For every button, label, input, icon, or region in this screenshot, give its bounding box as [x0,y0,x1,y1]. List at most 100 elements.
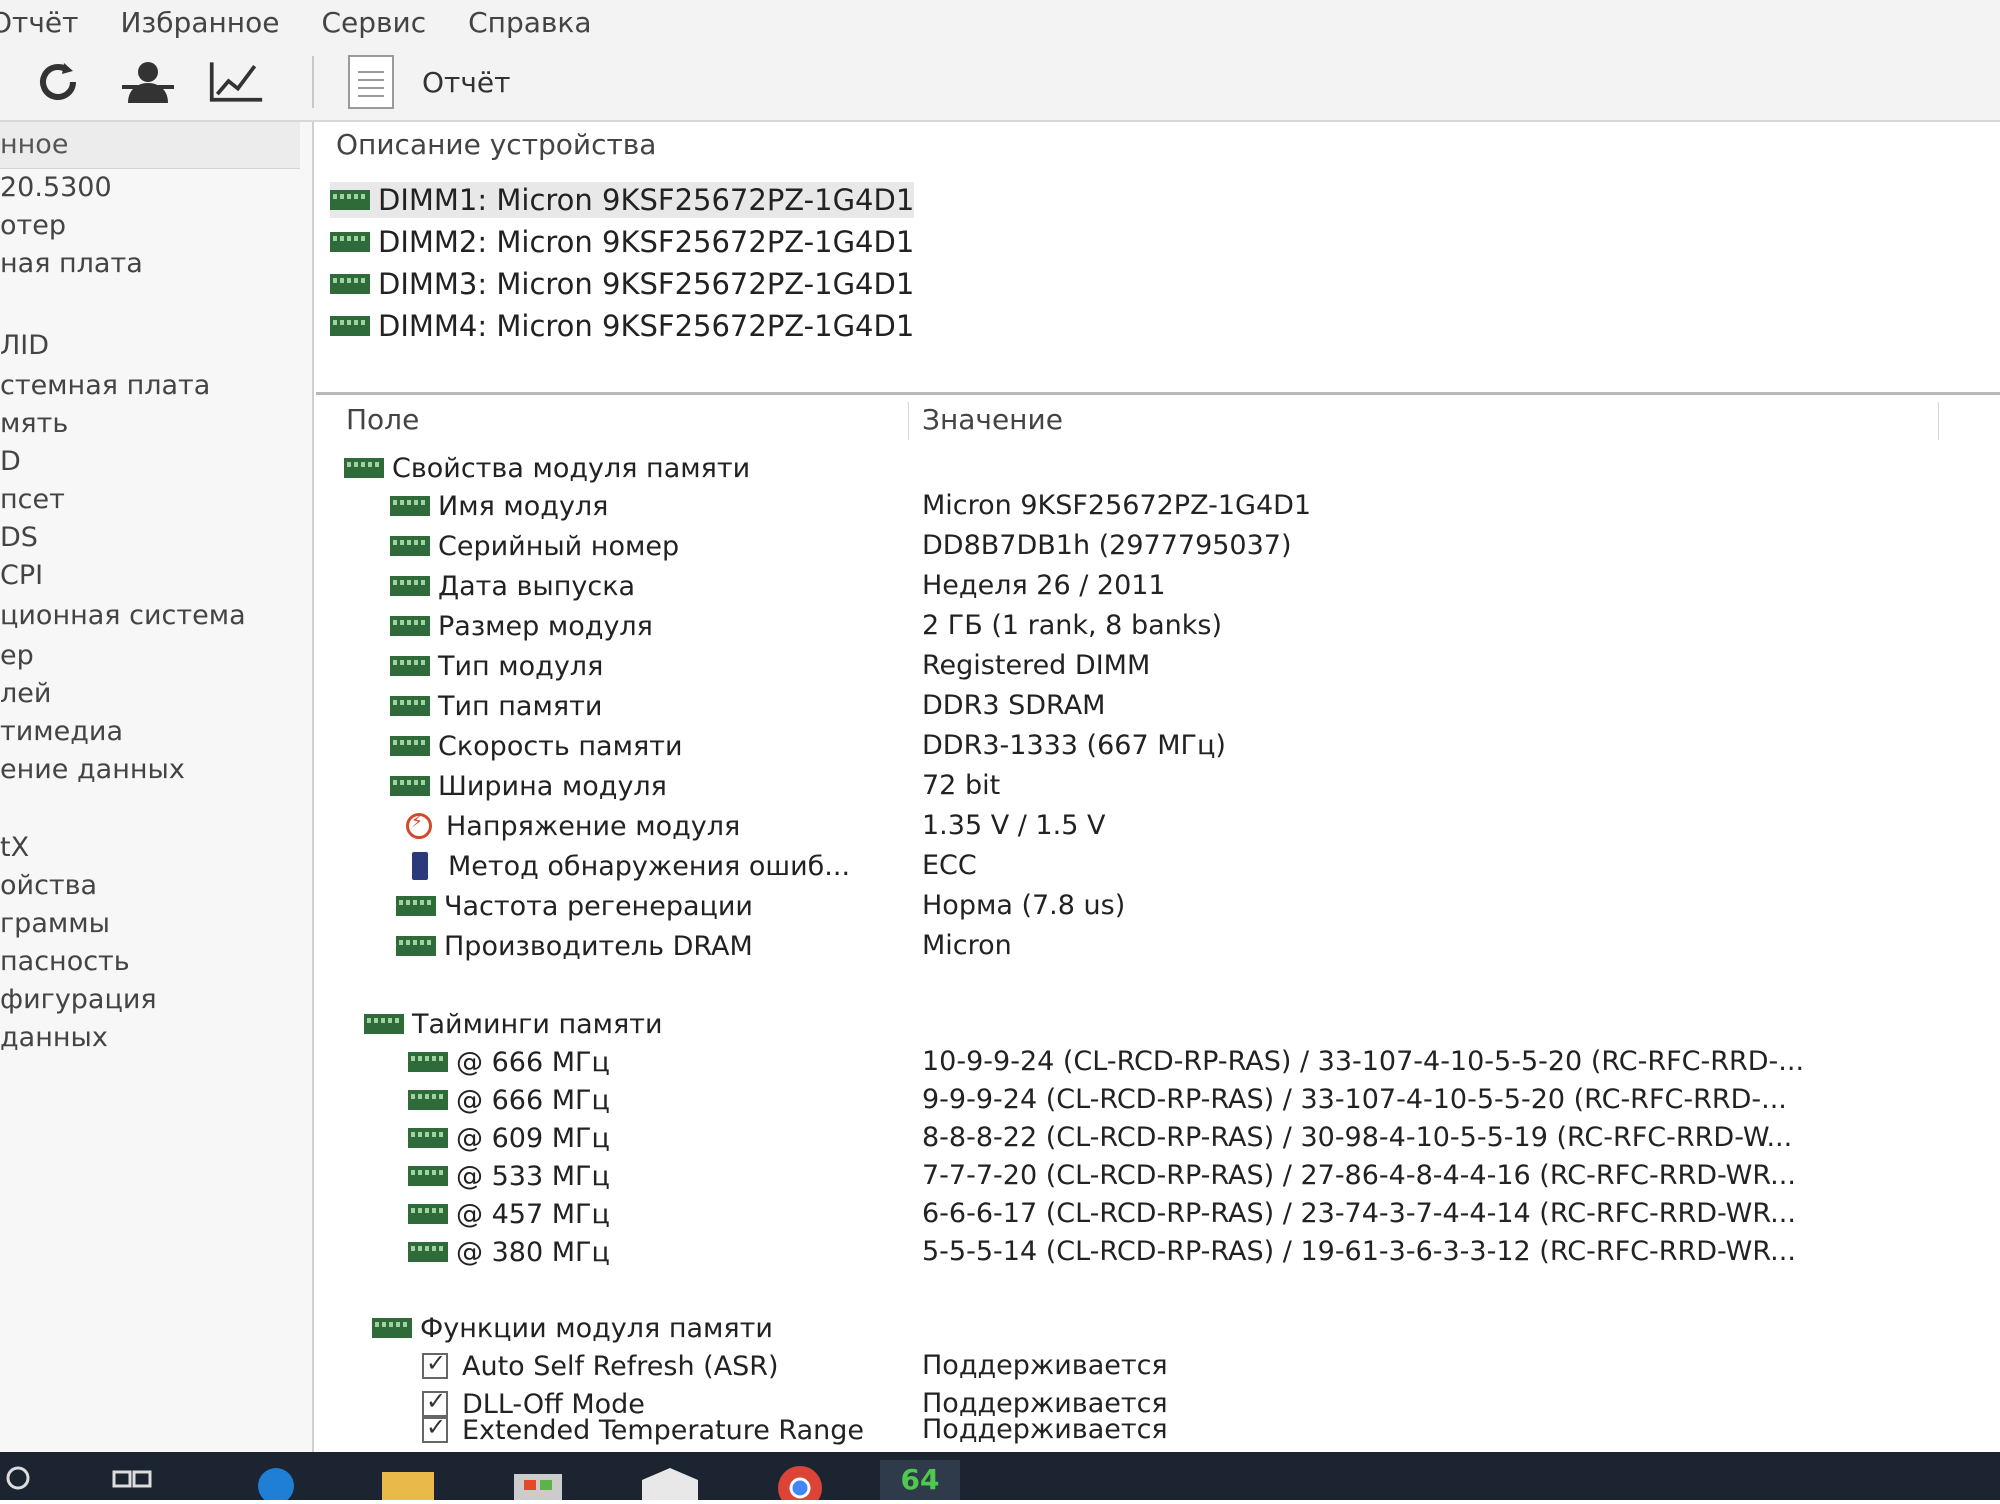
field-label: @ 666 МГц [456,1046,610,1078]
search-icon[interactable] [0,1460,52,1500]
refresh-button[interactable] [30,54,86,110]
sidebar-item-acpi[interactable]: CPI [0,560,43,591]
field-label: Размер модуля [438,610,653,642]
sidebar-item-bios[interactable]: DS [0,522,38,553]
group-module-properties[interactable]: Свойства модуля памяти [316,450,2000,486]
sidebar-item-memory[interactable]: мять [0,408,68,439]
field-label: Auto Self Refresh (ASR) [462,1350,779,1382]
chip-icon [412,852,428,880]
sidebar-item-config[interactable]: фигурация [0,984,157,1015]
sidebar-item-version[interactable]: 20.5300 [0,172,112,203]
ram-icon [390,656,430,676]
table-row[interactable]: Скорость памяти DDR3-1333 (667 МГц) [316,728,2000,764]
sidebar-item-software[interactable]: граммы [0,908,110,939]
checkbox-icon [422,1349,448,1379]
sidebar-item-database[interactable]: данных [0,1022,108,1053]
field-value: ECC [922,850,977,881]
menu-bar: Отчёт Избранное Сервис Справка [0,0,2000,44]
chrome-icon[interactable] [770,1460,822,1504]
table-row[interactable]: Производитель DRAM Micron [316,928,2000,964]
field-label: @ 666 МГц [456,1084,610,1116]
table-row[interactable]: Размер модуля 2 ГБ (1 rank, 8 banks) [316,608,2000,644]
field-value: DDR3 SDRAM [922,690,1106,721]
sidebar-item-cpuid[interactable]: ЛID [0,330,49,361]
field-value: DDR3-1333 (667 МГц) [922,730,1226,761]
table-row[interactable]: Напряжение модуля 1.35 V / 1.5 V [316,808,2000,844]
refresh-icon [40,63,76,100]
sidebar-item-storage[interactable]: ение данных [0,754,185,785]
field-label: Производитель DRAM [444,930,753,962]
edge-icon[interactable] [250,1460,302,1504]
ram-icon [408,1090,448,1110]
table-row[interactable]: Частота регенерации Норма (7.8 us) [316,888,2000,924]
task-view-icon[interactable] [110,1460,162,1500]
table-row[interactable]: @ 666 МГц 10-9-9-24 (CL-RCD-RP-RAS) / 33… [316,1044,2000,1080]
field-label: Тип модуля [438,650,604,682]
field-value: Micron [922,930,1012,961]
menu-favorites[interactable]: Избранное [120,6,279,39]
sidebar-item-os[interactable]: ционная система [0,600,246,631]
user-button[interactable] [120,54,176,110]
sidebar-item-display[interactable]: лей [0,678,51,709]
table-row[interactable]: Серийный номер DD8B7DB1h (2977795037) [316,528,2000,564]
voltage-icon [406,812,432,839]
field-label: Серийный номер [438,530,680,562]
sidebar-item-security[interactable]: пасность [0,946,130,977]
menu-service[interactable]: Сервис [321,6,426,39]
group-module-features[interactable]: Функции модуля памяти [316,1310,2000,1346]
table-row[interactable]: Метод обнаружения ошиб... ECC [316,848,2000,884]
column-divider[interactable] [908,402,909,440]
ram-icon [408,1204,448,1224]
group-memory-timings[interactable]: Тайминги памяти [316,1006,2000,1042]
table-row[interactable]: Extended Temperature Range Поддерживаетс… [316,1412,2000,1448]
sidebar-item-spd[interactable]: D [0,446,21,477]
dimm-list-item[interactable]: DIMM3: Micron 9KSF25672PZ-1G4D1 [330,266,914,302]
store-icon[interactable] [510,1460,562,1500]
dimm-list-item[interactable]: DIMM4: Micron 9KSF25672PZ-1G4D1 [330,308,914,344]
dimm-list-item[interactable]: DIMM2: Micron 9KSF25672PZ-1G4D1 [330,224,914,260]
table-row[interactable]: Тип памяти DDR3 SDRAM [316,688,2000,724]
toolbar: Отчёт [0,44,2000,122]
device-description-header: Описание устройства [336,128,657,161]
sidebar-item-devices[interactable]: ойства [0,870,97,901]
aida64-icon[interactable]: 64 [880,1460,960,1500]
field-value: DD8B7DB1h (2977795037) [922,530,1292,561]
table-row[interactable]: Имя модуля Micron 9KSF25672PZ-1G4D1 [316,488,2000,524]
table-row[interactable]: @ 609 МГц 8-8-8-22 (CL-RCD-RP-RAS) / 30-… [316,1120,2000,1156]
field-value: 8-8-8-22 (CL-RCD-RP-RAS) / 30-98-4-10-5-… [922,1122,1793,1153]
field-label: @ 609 МГц [456,1122,610,1154]
field-value: 6-6-6-17 (CL-RCD-RP-RAS) / 23-74-3-7-4-4… [922,1198,1796,1229]
sidebar-item-directx[interactable]: tX [0,832,29,863]
toolbar-separator [312,56,314,108]
navigation-tree: нное 20.5300 отер ная плата ЛID стемная … [0,122,314,1452]
user-icon [122,62,174,103]
column-header-value[interactable]: Значение [922,396,1063,444]
column-divider[interactable] [1938,402,1939,440]
table-row[interactable]: Ширина модуля 72 bit [316,768,2000,804]
menu-help[interactable]: Справка [468,6,591,39]
field-label: Частота регенерации [444,890,753,922]
sidebar-item-chipset[interactable]: псет [0,484,65,515]
table-row[interactable]: @ 380 МГц 5-5-5-14 (CL-RCD-RP-RAS) / 19-… [316,1234,2000,1270]
table-row[interactable]: @ 533 МГц 7-7-7-20 (CL-RCD-RP-RAS) / 27-… [316,1158,2000,1194]
ram-icon [390,496,430,516]
mail-icon[interactable] [640,1460,698,1500]
field-value: Норма (7.8 us) [922,890,1126,921]
benchmark-button[interactable] [208,54,264,110]
sidebar-item-motherboard[interactable]: ная плата [0,248,143,279]
field-value: 5-5-5-14 (CL-RCD-RP-RAS) / 19-61-3-6-3-3… [922,1236,1796,1267]
table-row[interactable]: Auto Self Refresh (ASR) Поддерживается [316,1348,2000,1384]
sidebar-item-computer[interactable]: отер [0,210,66,241]
report-button[interactable]: Отчёт [348,55,510,109]
dimm-list-item[interactable]: DIMM1: Micron 9KSF25672PZ-1G4D1 [330,182,915,218]
table-row[interactable]: Тип модуля Registered DIMM [316,648,2000,684]
file-explorer-icon[interactable] [380,1460,434,1500]
sidebar-item-multimedia[interactable]: тимедиа [0,716,123,747]
column-header-field[interactable]: Поле [346,396,419,444]
table-row[interactable]: @ 666 МГц 9-9-9-24 (CL-RCD-RP-RAS) / 33-… [316,1082,2000,1118]
sidebar-item-server[interactable]: ер [0,640,34,671]
menu-report[interactable]: Отчёт [0,6,78,39]
table-row[interactable]: @ 457 МГц 6-6-6-17 (CL-RCD-RP-RAS) / 23-… [316,1196,2000,1232]
table-row[interactable]: Дата выпуска Неделя 26 / 2011 [316,568,2000,604]
sidebar-item-system-board[interactable]: стемная плата [0,370,210,401]
